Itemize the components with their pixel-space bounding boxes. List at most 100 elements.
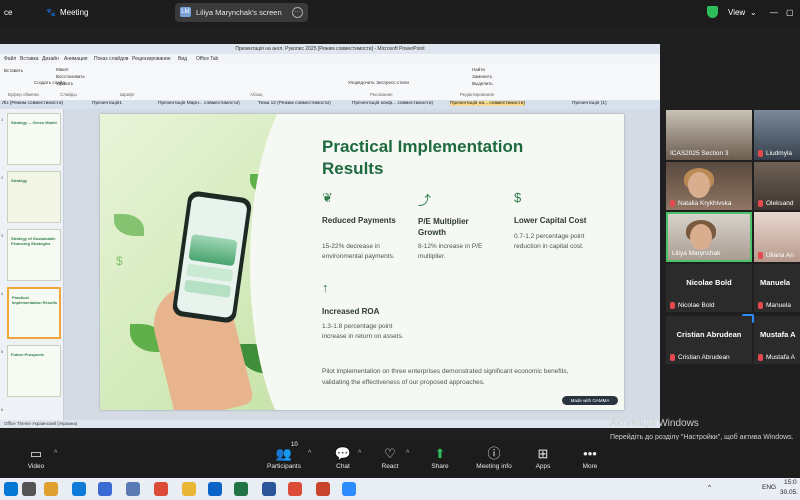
ribbon-tab-design[interactable]: Дизайн xyxy=(42,56,59,62)
video-camera-icon: ▭ xyxy=(29,446,43,461)
doc-tab-active[interactable]: Презентація на... совместимости) xyxy=(450,101,526,106)
thumb-number: 6 xyxy=(1,407,4,412)
chevron-up-icon[interactable]: ^ xyxy=(358,450,361,457)
feature-body: 1.3-1.8 percentage point increase in ret… xyxy=(322,323,404,340)
chat-button[interactable]: 💬 Chat xyxy=(323,446,363,470)
language-indicator[interactable]: ENG xyxy=(762,484,776,491)
copilot-icon[interactable] xyxy=(44,482,58,496)
ribbon-tab-animation[interactable]: Анимация xyxy=(64,56,87,62)
participant-tile[interactable]: Oleksand xyxy=(754,162,800,210)
word-icon[interactable] xyxy=(262,482,276,496)
slide-thumbnail[interactable]: Future Prospects xyxy=(7,345,61,397)
store-icon[interactable] xyxy=(98,482,112,496)
start-icon[interactable] xyxy=(4,482,18,496)
ribbon-tab-officetab[interactable]: Office Tab xyxy=(196,56,218,62)
powerpoint-icon[interactable] xyxy=(316,482,330,496)
ribbon-tab-insert[interactable]: Вставка xyxy=(20,56,39,62)
excel-icon[interactable] xyxy=(234,482,248,496)
participant-name: Mustafa A xyxy=(766,354,795,361)
chrome-icon[interactable] xyxy=(288,482,302,496)
doc-tab[interactable]: Тема 12 (Режим совместимости) xyxy=(258,101,331,106)
slide-thumbnail[interactable]: Strategy of Sustainable Financing Strate… xyxy=(7,229,61,281)
doc-tab[interactable]: Презентація Марн... совместимости) xyxy=(158,101,240,106)
meeting-info-button[interactable]: ⓘ Meeting info xyxy=(472,446,516,470)
thumb-number: 3 xyxy=(1,233,4,238)
doc-tab[interactable]: Презентація1 xyxy=(92,101,122,106)
slide-thumbnail-active[interactable]: Practical Implementation Results xyxy=(7,287,61,339)
react-button[interactable]: ♡ React xyxy=(370,446,410,470)
arrow-up-icon: ↑ xyxy=(322,280,329,295)
participants-button[interactable]: 👥 Participants xyxy=(262,446,306,470)
search-icon[interactable] xyxy=(22,482,36,496)
security-shield-icon[interactable] xyxy=(707,6,718,18)
thumb-number: 5 xyxy=(1,349,4,354)
gamma-badge[interactable]: Made with GAMMA xyxy=(562,396,618,405)
participant-tile[interactable]: Uliana An xyxy=(754,212,800,262)
participant-tile[interactable]: Liudmyla xyxy=(754,110,800,160)
participant-tile[interactable]: Mustafa A Mustafa A xyxy=(754,316,800,364)
ribbon-tab-review[interactable]: Рецензирование xyxy=(132,56,171,62)
save-icon[interactable] xyxy=(126,482,140,496)
leaf-icon: ❦ xyxy=(322,190,333,205)
zoom-icon[interactable] xyxy=(342,482,356,496)
status-bar: Office Theme Украинский (Украина) xyxy=(0,420,660,428)
quick-styles-button[interactable]: Экспресс-стили xyxy=(376,80,409,85)
layout-button[interactable]: Макет xyxy=(56,67,69,72)
find-button[interactable]: Найти xyxy=(472,67,485,72)
phone-illustration xyxy=(171,190,253,324)
edge-icon[interactable] xyxy=(72,482,86,496)
participant-tile[interactable]: Manuela Manuela xyxy=(754,264,800,312)
current-slide[interactable]: ☀ $ Practical Implementation Results ❦ R… xyxy=(100,114,624,410)
ribbon-tab-slideshow[interactable]: Показ слайдов xyxy=(94,56,128,62)
chrome-icon[interactable] xyxy=(154,482,168,496)
chevron-up-icon[interactable]: ^ xyxy=(406,450,409,457)
participants-label: Participants xyxy=(267,463,301,470)
participant-tile[interactable]: Nicolae Bold Nicolae Bold xyxy=(666,264,752,312)
share-label: Share xyxy=(431,463,449,470)
chat-label: Chat xyxy=(336,463,350,470)
chevron-down-icon[interactable]: ⌄ xyxy=(750,8,757,17)
paste-button[interactable]: Вставить xyxy=(4,68,23,73)
participant-tile-speaking[interactable]: Liliya Marynchak xyxy=(666,212,752,262)
slide-thumbnail[interactable]: Strategy xyxy=(7,171,61,223)
more-options-icon[interactable]: ··· xyxy=(292,7,303,18)
doc-tab[interactable]: Ліз (Режим совместимости) xyxy=(2,101,63,106)
doc-tab[interactable]: Презентація конф... совместимости) xyxy=(352,101,433,106)
reset-button[interactable]: Восстановить xyxy=(56,74,85,79)
arrange-button[interactable]: Упорядочить xyxy=(348,80,375,85)
doc-tab[interactable]: Презентація (1) xyxy=(572,101,607,106)
new-slide-button[interactable]: Создать слайд xyxy=(34,80,65,85)
slide-thumbnail[interactable]: Strategy ... Green Model xyxy=(7,113,61,165)
participant-tile[interactable]: Natalia Krykhivska xyxy=(666,162,752,210)
apps-icon: ⊞ xyxy=(537,446,549,461)
video-button[interactable]: ▭ Video xyxy=(16,446,56,470)
meeting-label[interactable]: Meeting xyxy=(60,8,88,17)
thumb-title: Future Prospects xyxy=(11,352,44,357)
maximize-icon[interactable]: ▢ xyxy=(786,8,794,17)
participant-tile[interactable]: Cristian Abrudean Cristian Abrudean xyxy=(666,316,752,364)
clock-time[interactable]: 15:0 xyxy=(784,479,797,486)
avatar xyxy=(688,172,710,198)
more-button[interactable]: ••• More xyxy=(570,446,610,470)
share-button[interactable]: ⬆ Share xyxy=(420,446,460,470)
ribbon-tabs: Файл Вставка Дизайн Анимация Показ слайд… xyxy=(0,54,660,64)
mic-muted-icon xyxy=(758,252,763,259)
apps-button[interactable]: ⊞ Apps xyxy=(523,446,563,470)
tray-chevron-icon[interactable]: ^ xyxy=(708,484,711,491)
thumb-number: 1 xyxy=(1,117,4,122)
outlook-icon[interactable] xyxy=(208,482,222,496)
chevron-up-icon[interactable]: ^ xyxy=(308,450,311,457)
participant-name: Manuela xyxy=(766,302,791,309)
explorer-icon[interactable] xyxy=(182,482,196,496)
minimize-icon[interactable]: — xyxy=(770,8,778,17)
ribbon-tab-file[interactable]: Файл xyxy=(4,56,16,62)
video-label: Video xyxy=(27,463,45,470)
view-button[interactable]: View xyxy=(728,8,745,17)
chevron-up-icon[interactable]: ^ xyxy=(54,450,57,457)
replace-button[interactable]: Заменить xyxy=(472,74,492,79)
screen-share-badge[interactable]: LM Liliya Marynchak's screen ··· xyxy=(175,3,308,22)
clock-date[interactable]: 30.05. xyxy=(780,489,798,496)
participant-tile[interactable]: ICAS2025 Section 3 xyxy=(666,110,752,160)
select-button[interactable]: Выделить xyxy=(472,81,493,86)
ribbon-tab-view[interactable]: Вид xyxy=(178,56,187,62)
